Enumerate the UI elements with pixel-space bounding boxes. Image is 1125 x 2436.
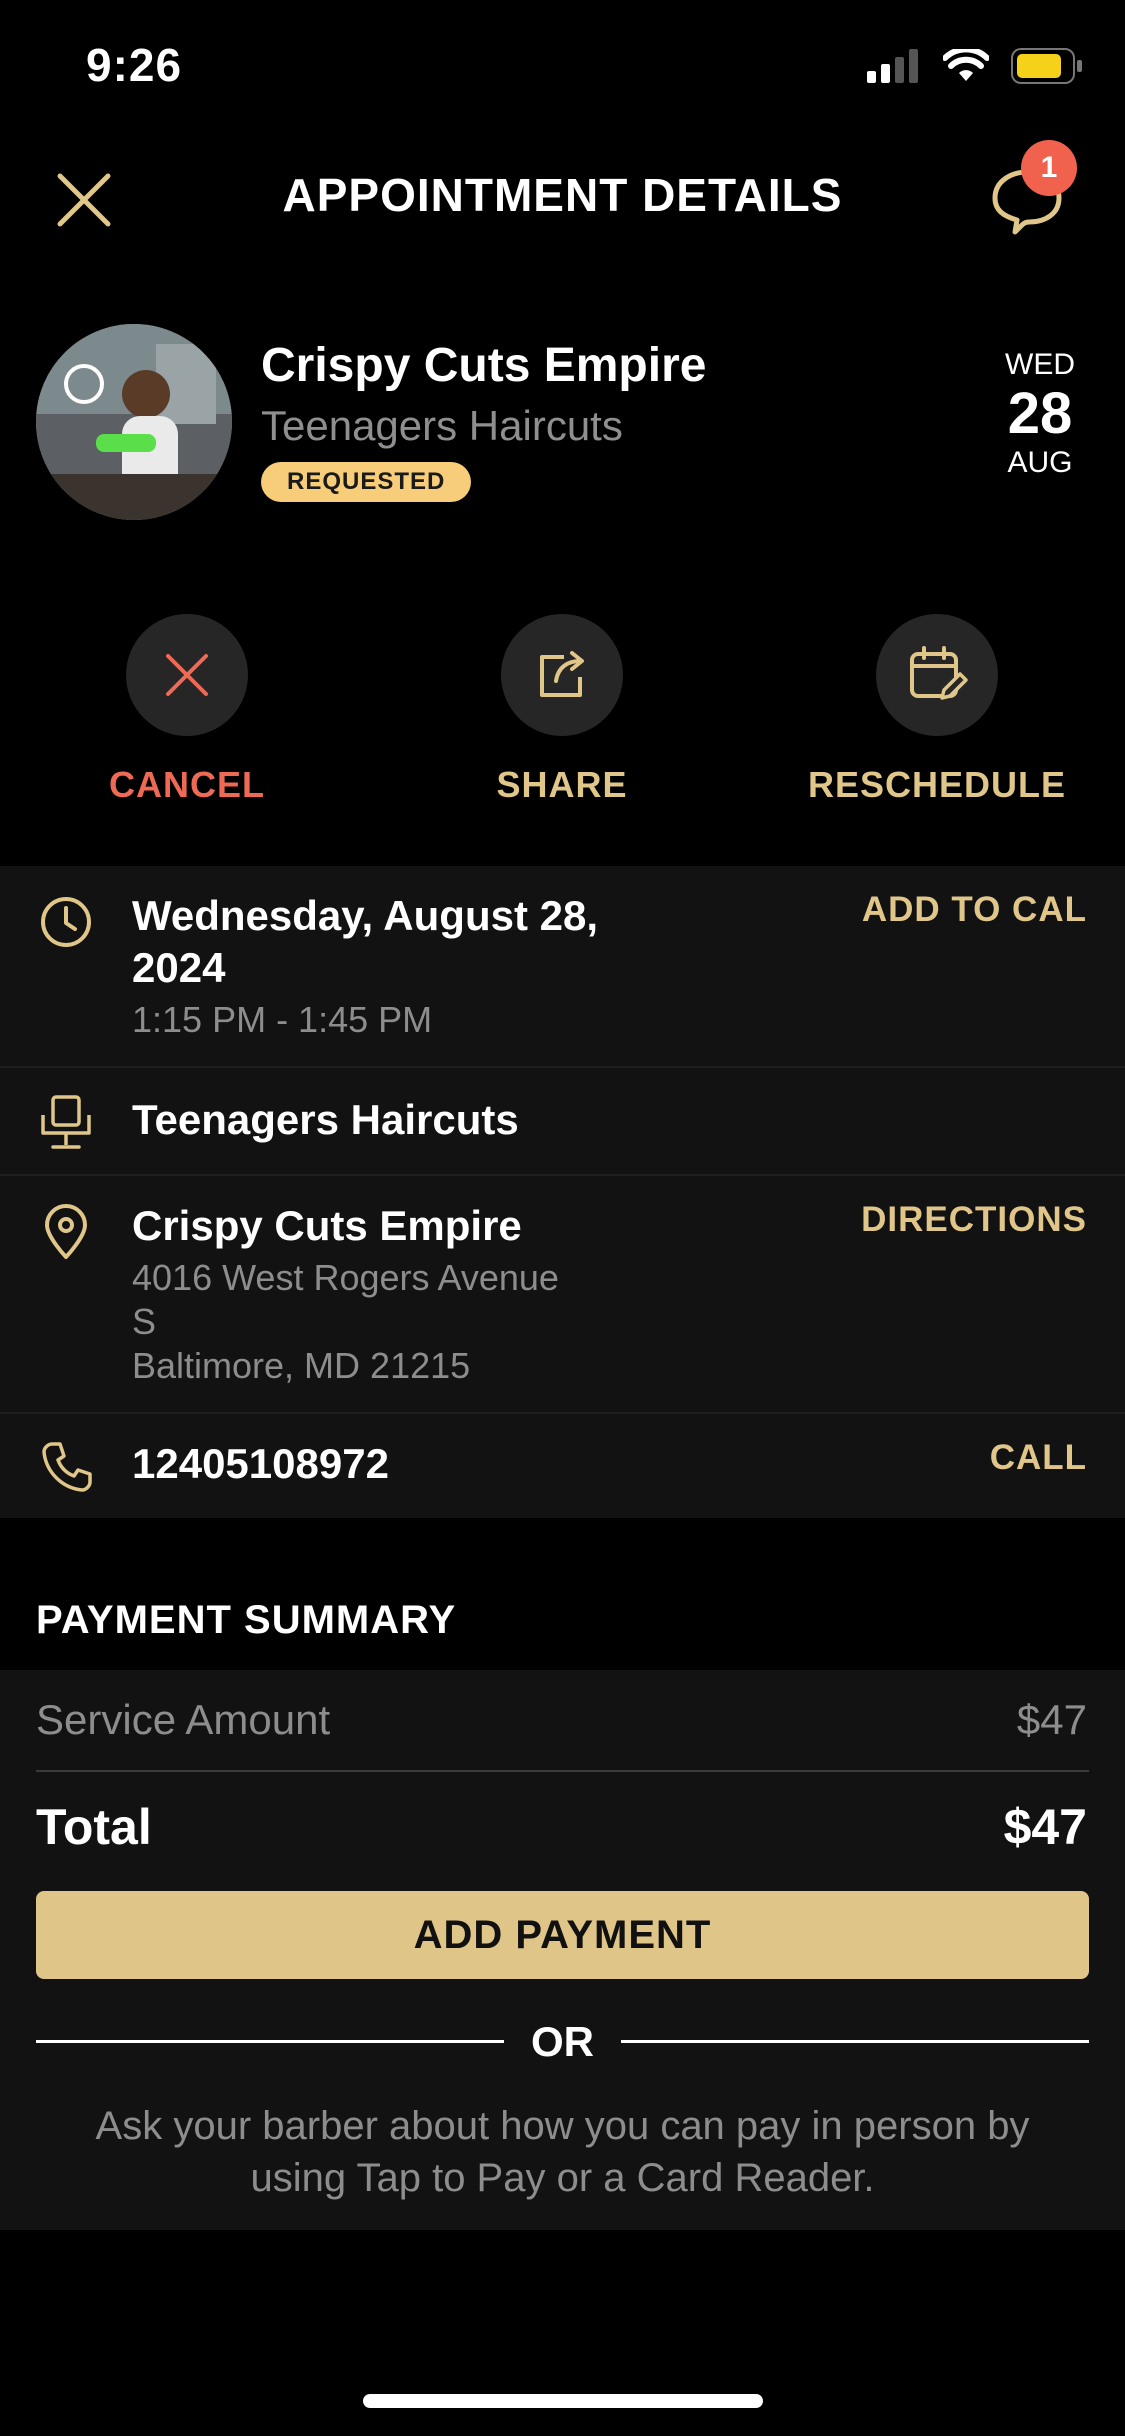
page-title: APPOINTMENT DETAILS (282, 169, 843, 221)
phone-icon (36, 1436, 96, 1496)
cancel-button[interactable]: CANCEL (37, 614, 337, 806)
location-row: Crispy Cuts Empire 4016 West Rogers Aven… (0, 1176, 1125, 1414)
shop-avatar[interactable] (36, 324, 232, 520)
phone-row: 12405108972 CALL (0, 1414, 1125, 1518)
share-label: SHARE (496, 764, 628, 805)
phone-number: 12405108972 (132, 1440, 389, 1487)
address-line-1: 4016 West Rogers Avenue (132, 1257, 559, 1298)
barber-chair-icon (36, 1092, 96, 1152)
date-month: AUG (1007, 446, 1073, 479)
service-row: Teenagers Haircuts (0, 1068, 1125, 1176)
appointment-details: Wednesday, August 28, 2024 1:15 PM - 1:4… (0, 866, 1125, 1518)
directions-link[interactable]: DIRECTIONS (861, 1200, 1087, 1240)
address-line-3: Baltimore, MD 21215 (132, 1345, 471, 1386)
datetime-row: Wednesday, August 28, 2024 1:15 PM - 1:4… (0, 866, 1125, 1068)
battery-icon (1011, 48, 1083, 89)
reschedule-label: RESCHEDULE (807, 764, 1067, 805)
shop-name: Crispy Cuts Empire (261, 339, 707, 392)
status-badge: REQUESTED (261, 462, 472, 502)
home-indicator[interactable] (363, 2394, 763, 2408)
pay-in-person-note: Ask your barber about how you can pay in… (95, 2104, 1030, 2200)
reschedule-button[interactable]: RESCHEDULE (787, 614, 1087, 806)
wifi-icon (942, 46, 990, 88)
chat-button[interactable]: 1 (975, 140, 1085, 240)
calendar-edit-icon (910, 646, 968, 700)
status-icons (867, 46, 1083, 89)
share-icon (540, 651, 584, 697)
appointment-time: 1:15 PM - 1:45 PM (132, 999, 433, 1040)
shop-service: Teenagers Haircuts (261, 402, 623, 449)
add-payment-button[interactable]: ADD PAYMENT (36, 1891, 1089, 1979)
x-icon (166, 654, 208, 696)
map-pin-icon (36, 1202, 96, 1262)
service-amount-label: Service Amount (36, 1696, 331, 1743)
status-time: 9:26 (86, 39, 183, 91)
date-day: 28 (1007, 381, 1073, 446)
call-link[interactable]: CALL (990, 1438, 1087, 1478)
notification-badge: 1 (1021, 140, 1077, 196)
total-value: $47 (1003, 1799, 1087, 1855)
add-to-calendar-link[interactable]: ADD TO CAL (862, 890, 1087, 930)
service-name: Teenagers Haircuts (132, 1096, 519, 1143)
cancel-label: CANCEL (109, 764, 265, 805)
location-name: Crispy Cuts Empire (132, 1202, 522, 1249)
service-amount-value: $47 (1016, 1696, 1087, 1743)
total-label: Total (36, 1799, 152, 1855)
appointment-date: WED 28 AUG (995, 348, 1085, 480)
date-day-of-week: WED (1005, 348, 1075, 381)
clock-icon (36, 892, 96, 952)
share-button[interactable]: SHARE (412, 614, 712, 806)
or-divider-right (621, 2040, 1089, 2043)
payment-summary-title: PAYMENT SUMMARY (36, 1598, 457, 1642)
appointment-date-text: Wednesday, August 28, 2024 (132, 892, 598, 991)
signal-icon (867, 49, 921, 88)
divider (36, 1770, 1089, 1772)
address-line-2: S (132, 1301, 157, 1342)
